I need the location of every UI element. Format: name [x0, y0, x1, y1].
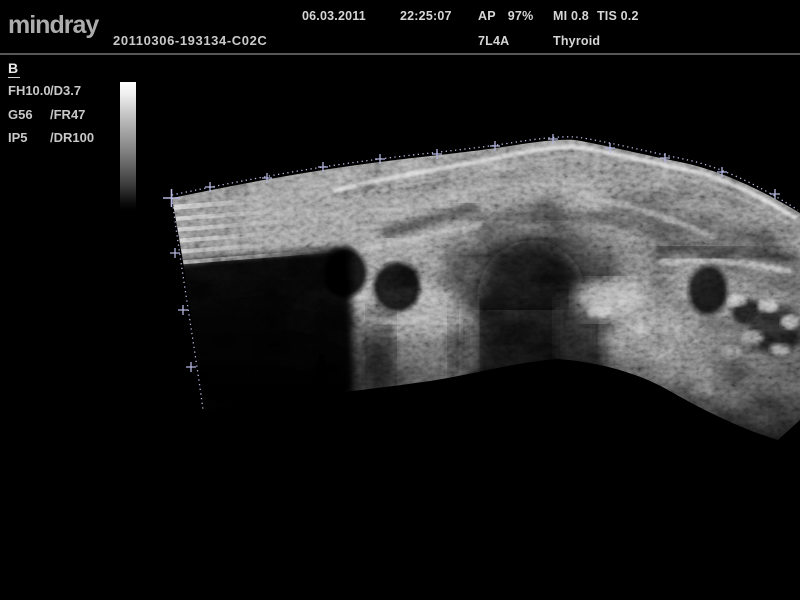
scan-image: [140, 128, 800, 450]
ultrasound-image: [0, 0, 800, 600]
ultrasound-screen: { "brand": { "logo_text": "mindray" }, "…: [0, 0, 800, 600]
